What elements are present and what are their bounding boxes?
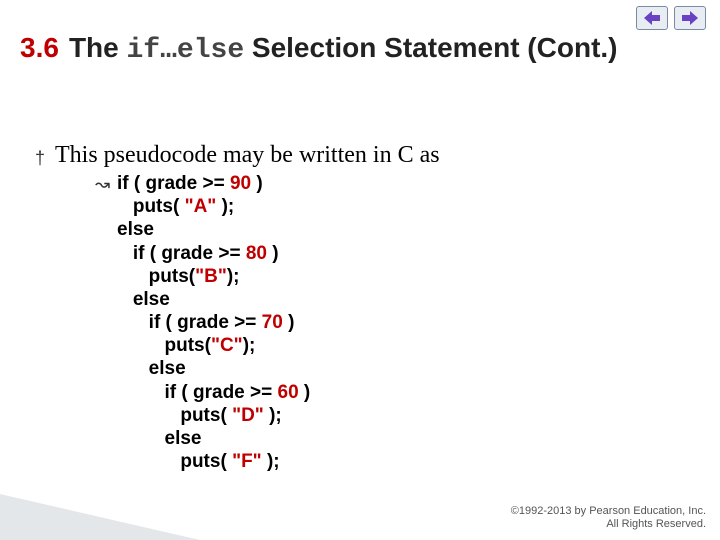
code-text: if ( grade >= (117, 382, 278, 403)
intro-text: This pseudocode may be written in C as (55, 142, 440, 169)
decorative-triangle (0, 494, 200, 540)
code-text: puts( (117, 266, 195, 287)
heading-post: Selection Statement (Cont.) (244, 32, 617, 63)
slide-heading: 3.6 The if…else Selection Statement (Cont… (20, 30, 700, 68)
arrow-left-icon (644, 11, 660, 25)
sub-bullet-icon: ↝ (95, 174, 110, 195)
code-text: ) (251, 173, 263, 194)
code-literal: "A" (185, 196, 217, 217)
code-text: ); (262, 451, 280, 472)
code-text: else (117, 219, 154, 240)
code-text: if ( grade >= (117, 243, 246, 264)
code-literal: "B" (195, 266, 227, 287)
code-text: ) (267, 243, 279, 264)
code-literal: 70 (262, 312, 283, 333)
code-literal: 90 (230, 173, 251, 194)
arrow-right-icon (682, 11, 698, 25)
code-text: ); (264, 405, 282, 426)
code-text: puts( (117, 405, 232, 426)
code-text: else (117, 358, 186, 379)
prev-slide-button[interactable] (636, 6, 668, 30)
code-block: if ( grade >= 90 ) puts( "A" ); else if … (117, 172, 310, 473)
code-text: puts( (117, 196, 185, 217)
code-text: if ( grade >= (117, 312, 262, 333)
heading-pre: The (69, 32, 127, 63)
code-text: else (117, 289, 170, 310)
bullet-icon: † (35, 148, 45, 169)
footer-line2: All Rights Reserved. (511, 518, 706, 532)
nav-arrows (636, 6, 706, 30)
code-literal: 60 (278, 382, 299, 403)
heading-code: if…else (127, 35, 245, 66)
code-text: else (117, 428, 202, 449)
code-text: puts( (117, 335, 211, 356)
code-text: ); (227, 266, 240, 287)
code-text: ) (283, 312, 295, 333)
code-text: ) (299, 382, 311, 403)
code-text: ); (216, 196, 234, 217)
code-literal: 80 (246, 243, 267, 264)
section-number: 3.6 (20, 32, 59, 63)
footer-line1: ©1992-2013 by Pearson Education, Inc. (511, 505, 706, 519)
code-text: if ( grade >= (117, 173, 230, 194)
copyright-footer: ©1992-2013 by Pearson Education, Inc. Al… (511, 505, 706, 533)
next-slide-button[interactable] (674, 6, 706, 30)
code-text: puts( (117, 451, 232, 472)
code-literal: "F" (232, 451, 262, 472)
code-literal: "C" (211, 335, 243, 356)
code-literal: "D" (232, 405, 264, 426)
code-text: ); (243, 335, 256, 356)
